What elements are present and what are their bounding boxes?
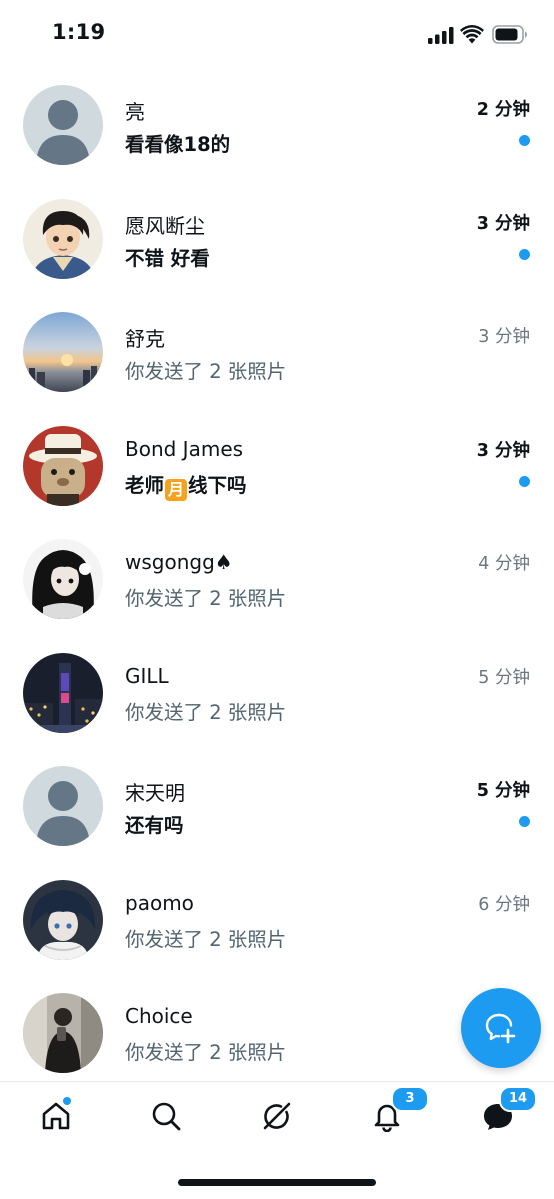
- wifi-icon: [460, 25, 484, 44]
- unread-indicator: [519, 135, 530, 146]
- conversation-time: 6 分钟: [478, 894, 530, 915]
- conversation-item[interactable]: 愿风断尘 不错 好看 3 分钟: [0, 194, 554, 308]
- unread-indicator: [519, 248, 530, 260]
- conversation-message: 还有吗: [125, 814, 184, 837]
- tab-grok[interactable]: [255, 1094, 299, 1138]
- conversation-item[interactable]: wsgongg♠ 你发送了 2 张照片 4 分钟: [0, 534, 554, 648]
- conversation-name: 亮: [125, 100, 145, 124]
- message-text: 线下吗: [188, 473, 247, 497]
- conversation-message: 你发送了 2 张照片: [125, 700, 287, 724]
- message-text: 老师: [125, 473, 165, 497]
- conversation-name: 愿风断尘: [125, 213, 205, 238]
- notifications-badge: 3: [391, 1086, 429, 1112]
- conversation-message: 你发送了 2 张照片: [125, 587, 287, 610]
- conversation-message: 你发送了 2 张照片: [125, 927, 287, 951]
- conversation-item[interactable]: 舒克 你发送了 2 张照片 3 分钟: [0, 307, 554, 421]
- conversation-item[interactable]: Bond James 老师月线下吗 3 分钟: [0, 421, 554, 535]
- conversation-time: 3 分钟: [476, 440, 530, 461]
- tab-search[interactable]: [144, 1094, 188, 1138]
- mirror-selfie-avatar[interactable]: [23, 993, 103, 1073]
- conversation-item[interactable]: paomo 你发送了 2 张照片 6 分钟: [0, 875, 554, 989]
- conversation-time: 4 分钟: [478, 554, 530, 574]
- conversation-item[interactable]: 亮 看看像18的 2 分钟: [0, 80, 554, 194]
- tab-notifications[interactable]: 3: [365, 1086, 429, 1138]
- conversation-list: 亮 看看像18的 2 分钟 愿风断尘 不错 好看 3 分钟 舒克 你发送了 2 …: [0, 80, 554, 1102]
- home-notification-dot: [63, 1097, 71, 1105]
- moon-emoji-icon: 月: [165, 478, 188, 501]
- night-city-avatar[interactable]: [23, 652, 103, 733]
- conversation-time: 3 分钟: [478, 327, 530, 347]
- conversation-name: GILL: [125, 663, 169, 688]
- conversation-message: 你发送了 2 张照片: [125, 1041, 287, 1064]
- sunset-city-avatar[interactable]: [23, 312, 103, 392]
- conversation-item[interactable]: GILL 你发送了 2 张照片 5 分钟: [0, 648, 554, 762]
- anime-boy-avatar[interactable]: [23, 879, 103, 960]
- conversation-message: 看看像18的: [125, 133, 231, 156]
- conversation-name: 舒克: [125, 327, 165, 351]
- conversation-name: wsgongg♠: [125, 550, 233, 574]
- conversation-message: 你发送了 2 张照片: [125, 360, 287, 383]
- search-icon: [152, 1102, 181, 1131]
- conversation-message: 不错 好看: [125, 246, 210, 270]
- default-avatar[interactable]: [23, 85, 103, 165]
- compose-message-button[interactable]: [461, 988, 541, 1068]
- tab-home[interactable]: [34, 1094, 78, 1138]
- tab-messages[interactable]: 14: [476, 1086, 537, 1138]
- conversation-item[interactable]: 宋天明 还有吗 5 分钟: [0, 761, 554, 875]
- unread-indicator: [519, 475, 530, 487]
- status-time: 1:19: [52, 20, 106, 44]
- conversation-name: Choice: [125, 1004, 193, 1028]
- battery-icon: [492, 25, 527, 44]
- conversation-name: paomo: [125, 890, 194, 915]
- anime-warrior-avatar[interactable]: [23, 198, 103, 279]
- messages-badge: 14: [499, 1086, 537, 1112]
- compose-message-icon: [485, 1013, 516, 1044]
- anime-girl-avatar[interactable]: [23, 539, 103, 619]
- status-bar: 1:19: [0, 0, 554, 70]
- unread-indicator: [519, 816, 530, 827]
- home-indicator: [178, 1179, 376, 1186]
- conversation-time: 2 分钟: [476, 100, 530, 120]
- grok-icon: [263, 1102, 291, 1130]
- conversation-time: 3 分钟: [476, 213, 530, 234]
- default-avatar[interactable]: [23, 766, 103, 846]
- conversation-message: 老师月线下吗: [125, 469, 247, 501]
- conversation-time: 5 分钟: [476, 781, 530, 801]
- conversation-name: 宋天明: [125, 781, 185, 805]
- conversation-name: Bond James: [125, 436, 244, 461]
- cartoon-hat-avatar[interactable]: [23, 425, 103, 506]
- conversation-time: 5 分钟: [478, 667, 530, 688]
- signal-icon: [428, 27, 454, 44]
